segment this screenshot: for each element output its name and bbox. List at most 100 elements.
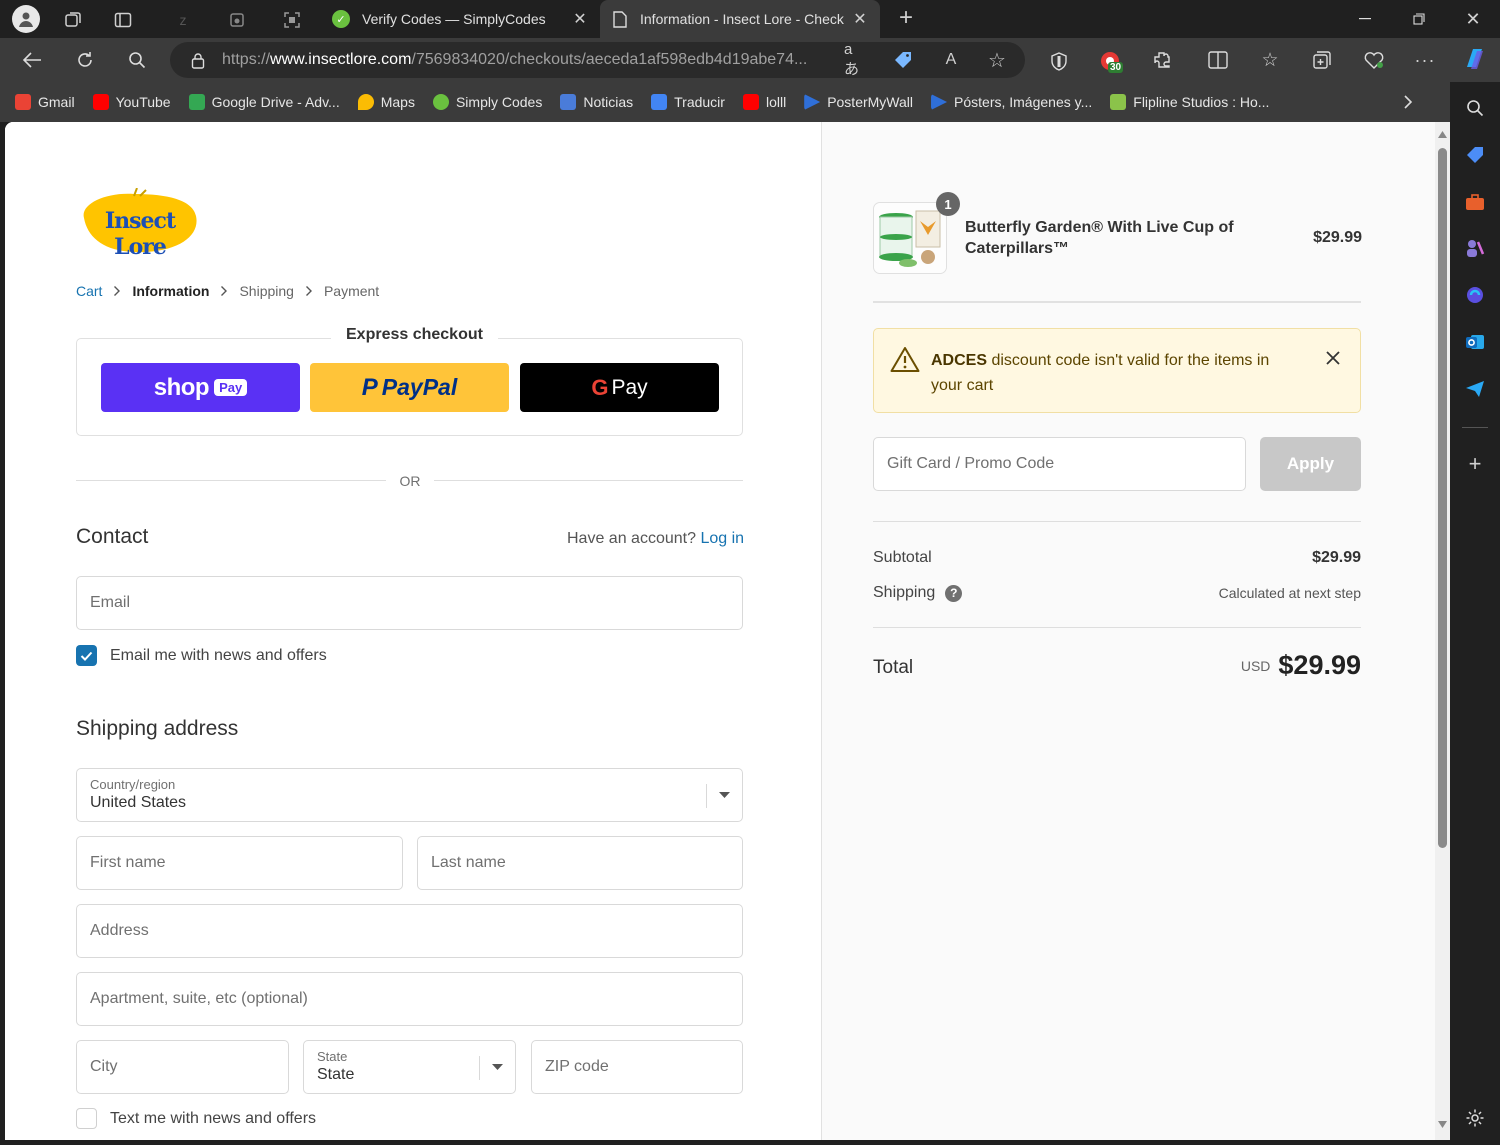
bookmark-label: Gmail: [38, 94, 75, 110]
shop-pay-badge: Pay: [214, 379, 248, 396]
checkmark-icon: [80, 651, 93, 661]
bookmark-gmail[interactable]: Gmail: [15, 94, 75, 110]
collections-icon[interactable]: [1311, 49, 1333, 71]
bookmark-label: lolll: [765, 94, 787, 110]
bookmark-youtube[interactable]: YouTube: [92, 94, 171, 110]
new-tab-icon[interactable]: +: [894, 4, 918, 31]
split-screen-icon[interactable]: [1207, 49, 1229, 71]
coupon-tag-icon[interactable]: [892, 50, 914, 70]
bookmark-label: Simply Codes: [455, 94, 543, 110]
scrollbar-thumb[interactable]: [1438, 148, 1447, 848]
extensions-icon[interactable]: [1151, 49, 1173, 71]
scroll-up-icon[interactable]: [1438, 130, 1447, 138]
help-icon[interactable]: ?: [945, 584, 963, 602]
sidebar-send-icon[interactable]: [1463, 377, 1487, 401]
postermywall-icon: [804, 94, 821, 110]
sidebar-search-icon[interactable]: [1463, 96, 1487, 120]
butterfly-garden-image-icon: [874, 203, 946, 273]
state-select[interactable]: State State: [303, 1040, 516, 1094]
insect-lore-logo[interactable]: Insect Lore: [76, 188, 200, 260]
flipline-icon: [1110, 94, 1127, 110]
text-news-checkbox[interactable]: [76, 1108, 97, 1129]
login-link[interactable]: Log in: [700, 530, 744, 547]
promo-code-field[interactable]: Gift Card / Promo Code: [873, 437, 1246, 491]
profile-icon[interactable]: [12, 5, 40, 33]
browser-essentials-icon[interactable]: [1363, 49, 1385, 71]
pinned-tab-icon[interactable]: z: [172, 9, 194, 31]
paypal-button[interactable]: P PayPal: [310, 363, 509, 412]
bookmark-maps[interactable]: Maps: [357, 94, 415, 110]
bookmark-label: Google Drive - Adv...: [211, 94, 340, 110]
tab-verify-codes[interactable]: ✓ Verify Codes — SimplyCodes ✕: [322, 0, 598, 38]
shop-pay-button[interactable]: shop Pay: [101, 363, 300, 412]
tab-label: Verify Codes — SimplyCodes: [362, 11, 546, 27]
address-field[interactable]: Address: [76, 904, 743, 958]
tab-actions-icon[interactable]: [112, 9, 134, 31]
workspaces-icon[interactable]: [62, 9, 84, 31]
shield-extension-icon[interactable]: [1048, 50, 1070, 72]
sidebar-copilot-icon[interactable]: [1463, 283, 1487, 307]
sidebar-coupon-icon[interactable]: [1463, 143, 1487, 167]
restore-icon[interactable]: [1408, 9, 1430, 29]
google-pay-button[interactable]: G Pay: [520, 363, 719, 412]
checkout-page: Insect Lore Cart Information Shipping Pa…: [5, 122, 1435, 1140]
read-aloud-icon[interactable]: A: [940, 50, 962, 70]
news-icon: [560, 94, 577, 110]
breadcrumb-cart[interactable]: Cart: [76, 283, 102, 299]
address-bar-row: https://www.insectlore.com/7569834020/ch…: [0, 38, 1500, 82]
email-field[interactable]: Email: [76, 576, 743, 630]
close-tab-icon[interactable]: ✕: [570, 9, 590, 29]
bookmark-traducir[interactable]: Traducir: [651, 94, 725, 110]
extension-badge-icon[interactable]: 30: [1098, 49, 1124, 75]
copilot-icon[interactable]: [1460, 44, 1490, 74]
text-news-checkbox-row[interactable]: Text me with news and offers: [76, 1108, 316, 1129]
sidebar-add-icon[interactable]: +: [1463, 451, 1487, 476]
favorite-star-icon[interactable]: ☆: [986, 49, 1008, 72]
chevron-right-icon[interactable]: [1398, 92, 1418, 112]
bookmark-simply-codes[interactable]: Simply Codes: [432, 94, 543, 110]
email-news-checkbox-row[interactable]: Email me with news and offers: [76, 645, 327, 666]
more-menu-icon[interactable]: ···: [1414, 49, 1436, 71]
bookmark-posters[interactable]: Pósters, Imágenes y...: [931, 94, 1092, 110]
subtotal-label: Subtotal: [873, 549, 932, 566]
address-bar[interactable]: https://www.insectlore.com/7569834020/ch…: [170, 41, 1025, 78]
last-name-field[interactable]: Last name: [417, 836, 743, 890]
country-select[interactable]: Country/region United States: [76, 768, 743, 822]
scroll-down-icon[interactable]: [1438, 1120, 1447, 1128]
promo-divider: [873, 521, 1361, 522]
close-tab-icon[interactable]: ✕: [850, 9, 870, 29]
apply-button[interactable]: Apply: [1260, 437, 1361, 491]
zip-field[interactable]: ZIP code: [531, 1040, 743, 1094]
favorites-icon[interactable]: ☆: [1259, 49, 1281, 71]
minimize-icon[interactable]: [1354, 9, 1376, 29]
back-icon[interactable]: [20, 48, 44, 72]
close-alert-icon[interactable]: [1322, 347, 1344, 369]
refresh-icon[interactable]: [73, 48, 97, 72]
or-divider-line-left: [76, 480, 386, 481]
pinned-tab-icon-3[interactable]: [281, 9, 303, 31]
pinned-tab-icon-2[interactable]: [226, 9, 248, 31]
bookmarks-bar: Gmail YouTube Google Drive - Adv... Maps…: [0, 82, 1500, 122]
first-name-field[interactable]: First name: [76, 836, 403, 890]
sidebar-settings-icon[interactable]: [1463, 1106, 1487, 1130]
bookmark-google-drive[interactable]: Google Drive - Adv...: [188, 94, 340, 110]
apartment-field[interactable]: Apartment, suite, etc (optional): [76, 972, 743, 1026]
city-field[interactable]: City: [76, 1040, 289, 1094]
bookmark-lolll[interactable]: lolll: [742, 94, 787, 110]
sidebar-tools-icon[interactable]: [1463, 190, 1487, 214]
bookmark-postermywall[interactable]: PosterMyWall: [804, 94, 913, 110]
email-news-checkbox[interactable]: [76, 645, 97, 666]
lock-icon[interactable]: [190, 51, 206, 69]
sidebar-games-icon[interactable]: [1463, 236, 1487, 260]
logo-text: Insect Lore: [104, 208, 176, 260]
close-window-icon[interactable]: ✕: [1462, 9, 1484, 29]
sidebar-outlook-icon[interactable]: [1463, 330, 1487, 354]
page-scrollbar[interactable]: [1435, 122, 1450, 1140]
bookmark-flipline[interactable]: Flipline Studios : Ho...: [1110, 94, 1269, 110]
tab-information[interactable]: Information - Insect Lore - Check ✕: [600, 0, 880, 38]
search-icon[interactable]: [125, 48, 149, 72]
url-text[interactable]: https://www.insectlore.com/7569834020/ch…: [222, 51, 807, 69]
order-summary: 1 Butterfly Garden® With Live Cup of Cat…: [821, 122, 1435, 1140]
translate-icon[interactable]: aあ: [844, 41, 866, 78]
bookmark-noticias[interactable]: Noticias: [560, 94, 633, 110]
